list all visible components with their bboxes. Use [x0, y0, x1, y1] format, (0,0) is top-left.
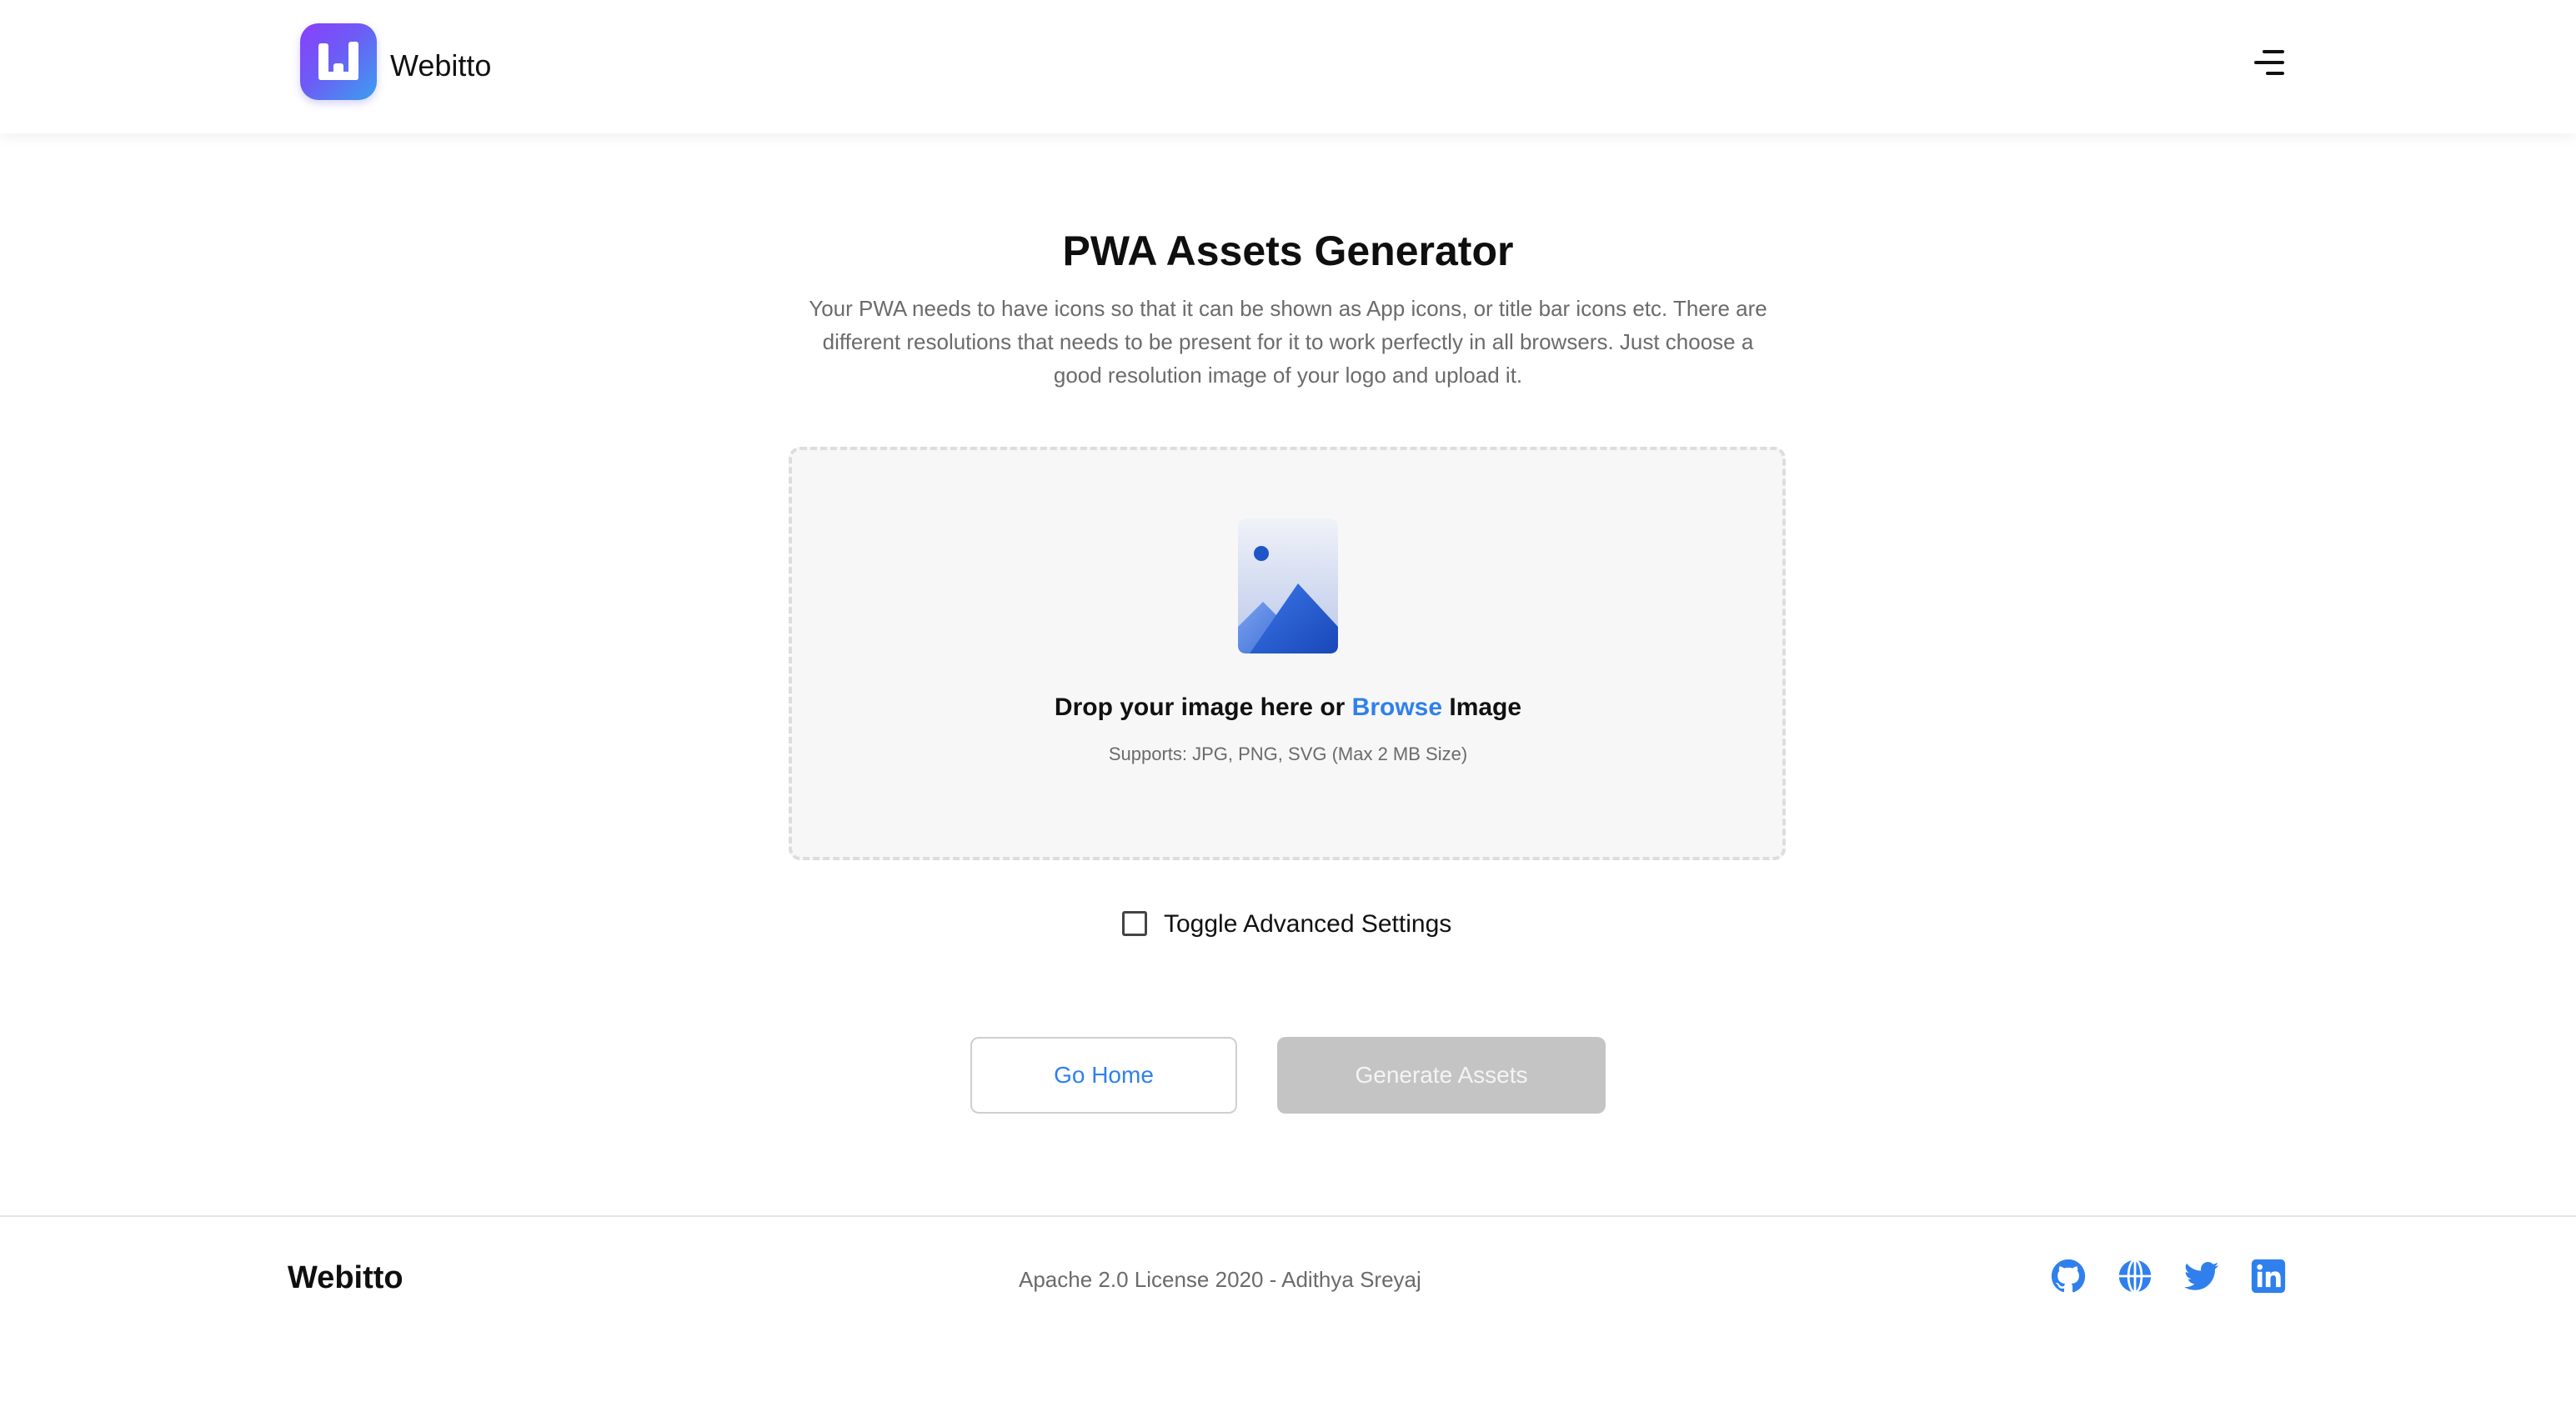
license-text: Apache 2.0 License 2020 - Adithya Sreyaj — [1019, 1267, 1421, 1292]
page-title: PWA Assets Generator — [1062, 228, 1514, 274]
generate-assets-button[interactable]: Generate Assets — [1277, 1037, 1606, 1114]
dropzone-instructions: Drop your image here or Browse Image — [1054, 693, 1522, 721]
brand-name[interactable]: Webitto — [390, 42, 491, 90]
twitter-icon[interactable] — [2184, 1259, 2219, 1294]
footer-brand[interactable]: Webitto — [288, 1260, 403, 1296]
bar-chart-logo-icon[interactable] — [300, 23, 377, 100]
supported-formats: Supports: JPG, PNG, SVG (Max 2 MB Size) — [1108, 744, 1468, 764]
top-navbar: Webitto — [0, 0, 2576, 133]
image-dropzone[interactable] — [789, 447, 1786, 860]
globe-icon[interactable] — [2117, 1259, 2153, 1294]
advanced-settings-checkbox[interactable] — [1122, 911, 1147, 936]
image-icon — [1238, 518, 1338, 653]
page-description: Your PWA needs to have icons so that it … — [809, 296, 1767, 388]
menu-icon[interactable] — [2251, 45, 2286, 80]
advanced-settings-label[interactable]: Toggle Advanced Settings — [1164, 909, 1451, 940]
go-home-button[interactable]: Go Home — [970, 1037, 1237, 1114]
linkedin-icon[interactable] — [2251, 1259, 2286, 1294]
browse-link[interactable]: Browse — [1352, 693, 1442, 721]
footer: Webitto Apache 2.0 License 2020 - Adithy… — [0, 1215, 2576, 1402]
github-icon[interactable] — [2051, 1259, 2086, 1294]
